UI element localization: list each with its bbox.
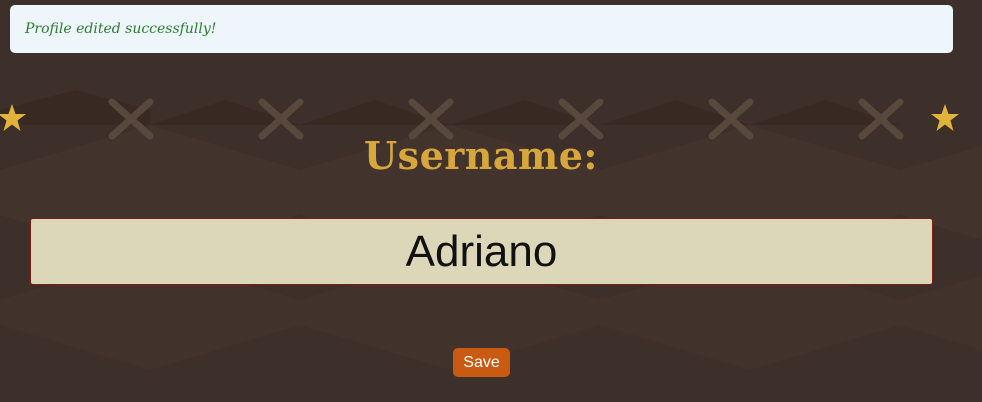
star-icon [931, 104, 959, 131]
success-alert: Profile edited successfully! [10, 5, 953, 53]
username-field[interactable]: Adriano [30, 218, 933, 285]
save-button[interactable]: Save [453, 348, 510, 377]
background-pattern [0, 90, 982, 370]
username-label: Username: [364, 133, 598, 178]
alert-message: Profile edited successfully! [25, 21, 217, 37]
